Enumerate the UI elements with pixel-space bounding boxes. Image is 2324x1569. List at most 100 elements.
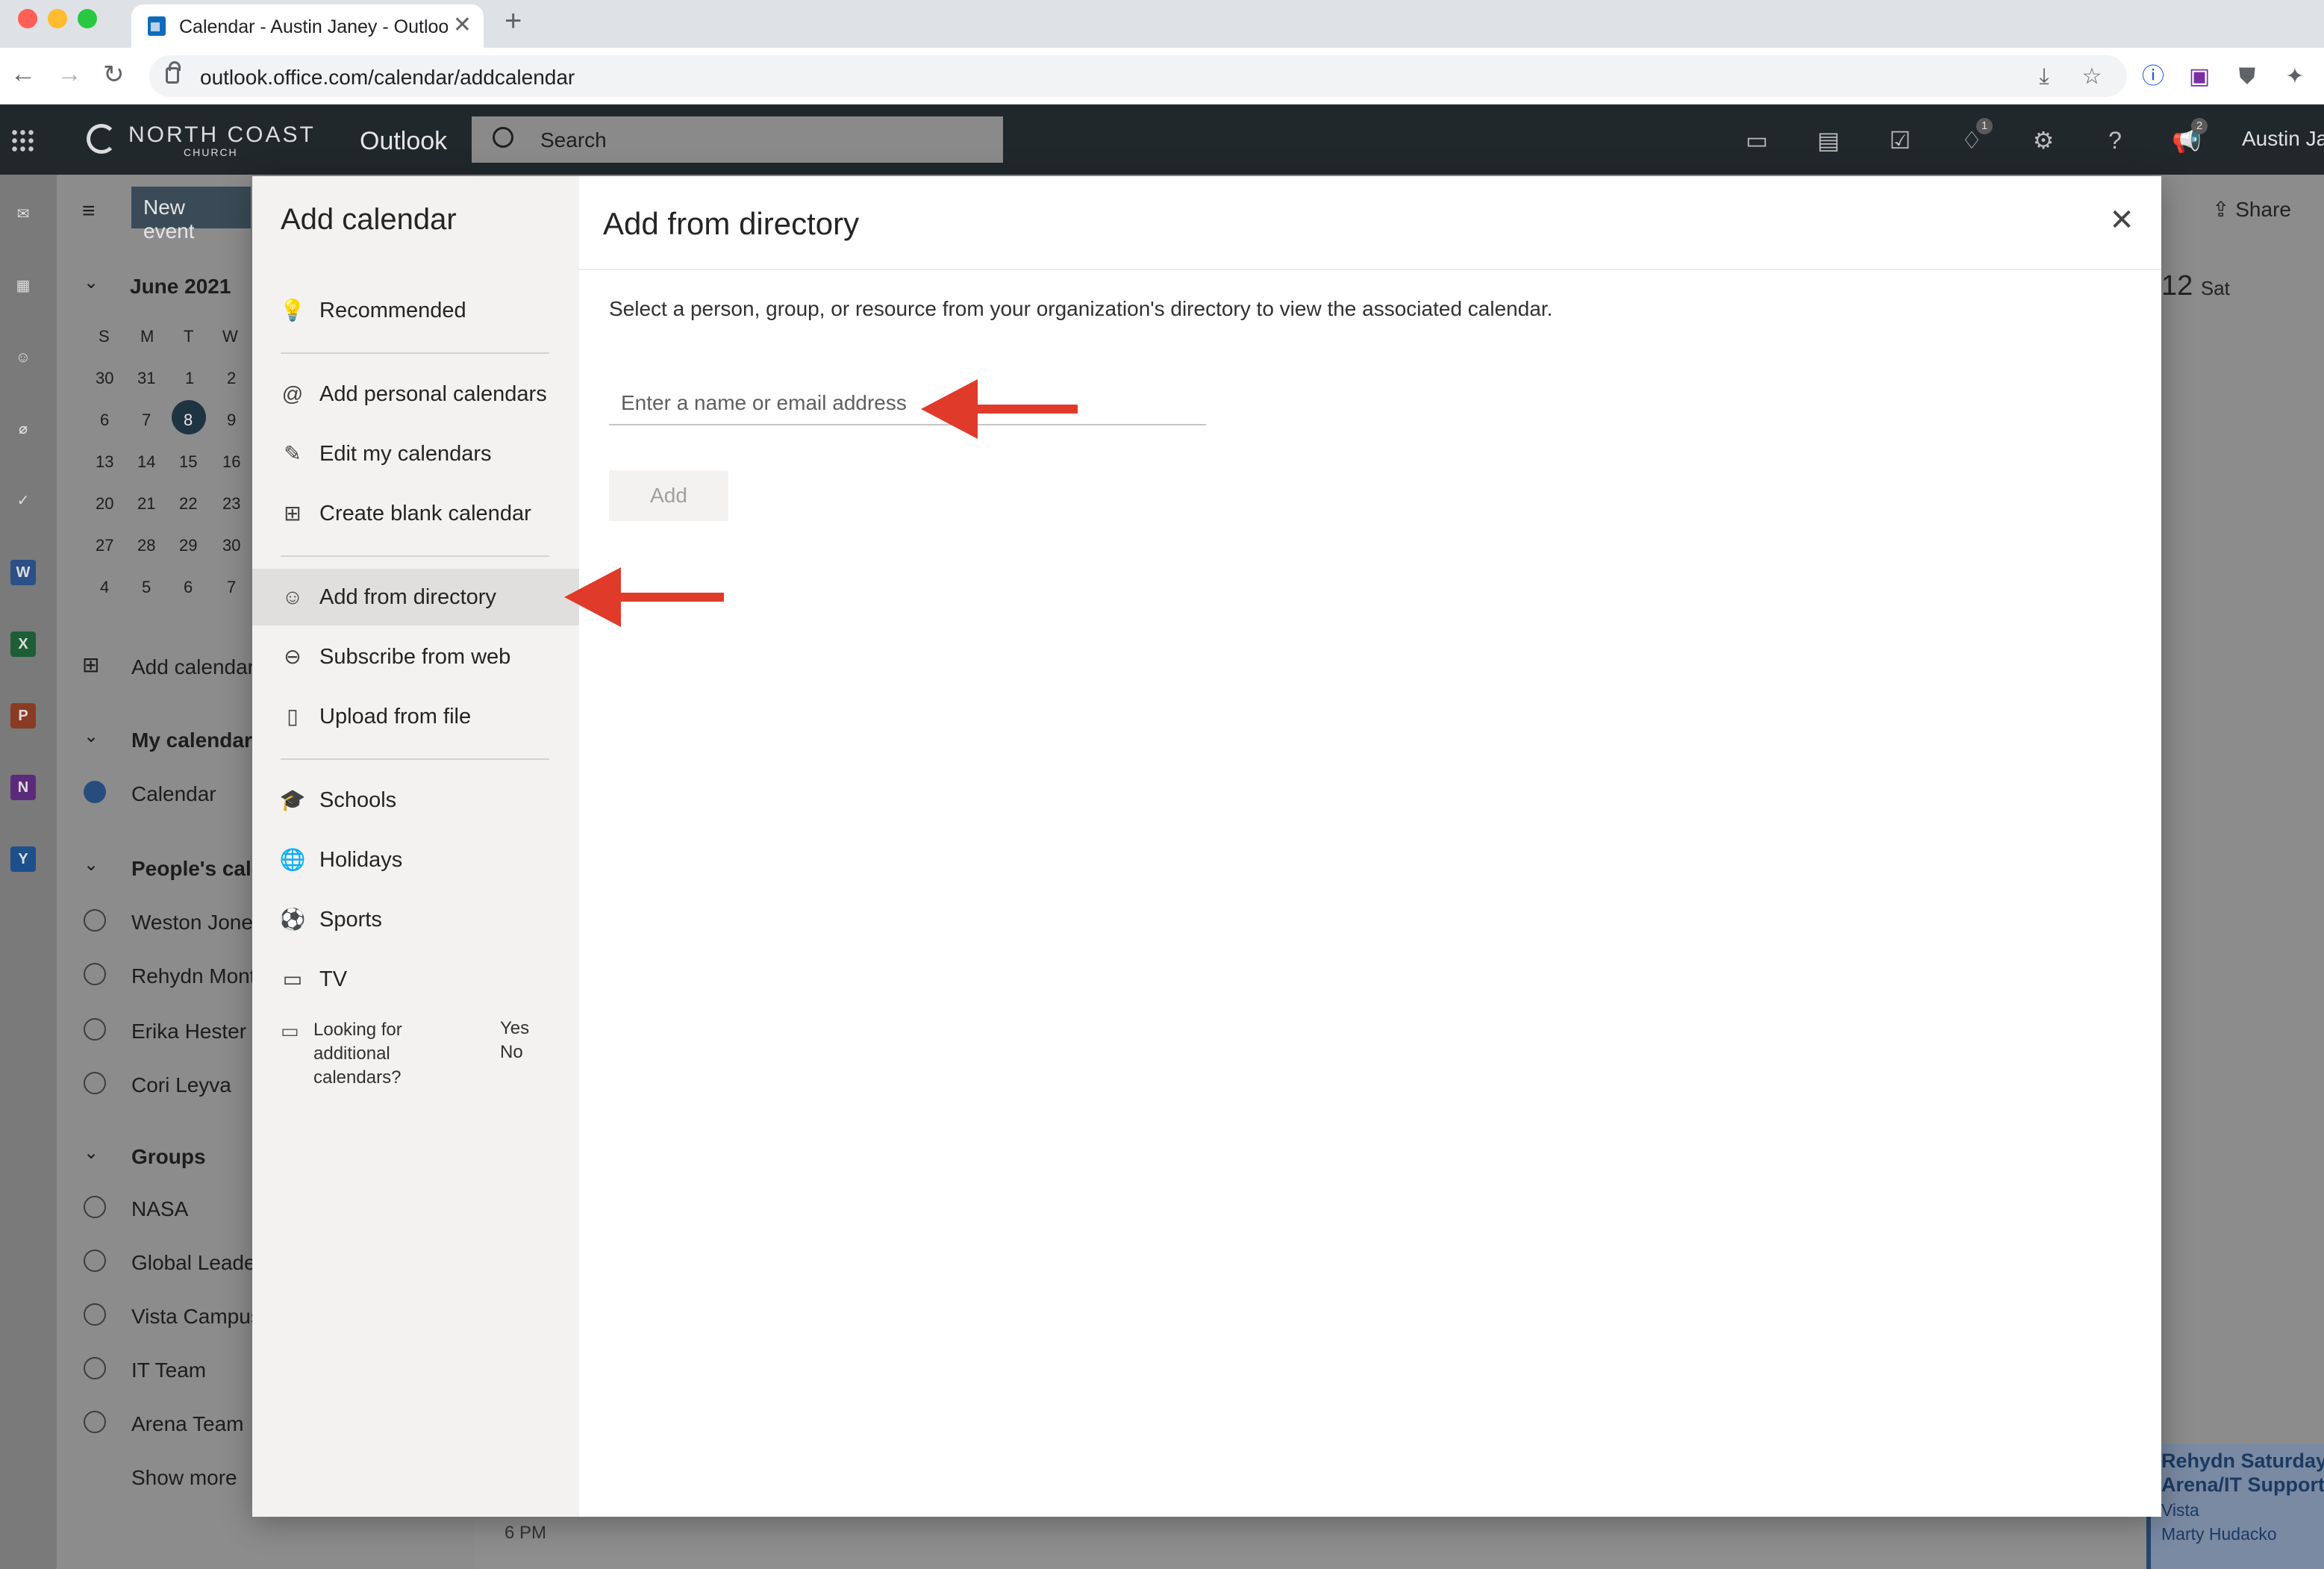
calendar-name[interactable]: Calendar: [131, 782, 216, 806]
person-calendar-name[interactable]: Weston Jones: [131, 911, 263, 935]
password-manager-extension-icon[interactable]: ⓘ: [2140, 64, 2166, 90]
my-day-icon[interactable]: ☑: [1885, 125, 1915, 155]
nav-item-upload-from-file[interactable]: ▯ Upload from file: [252, 688, 579, 745]
forward-arrow-icon[interactable]: →: [57, 60, 82, 89]
app-name[interactable]: Outlook: [360, 127, 447, 156]
meet-now-icon[interactable]: ▭: [1742, 125, 1772, 155]
app-launcher-icon[interactable]: [10, 128, 34, 152]
groups-heading[interactable]: Groups: [131, 1145, 206, 1169]
mini-cal-day[interactable]: 7: [142, 411, 151, 430]
tab-close-icon[interactable]: ✕: [453, 12, 472, 38]
excel-icon[interactable]: X: [10, 631, 36, 657]
chevron-down-icon[interactable]: ⌄: [84, 272, 99, 293]
mini-cal-day[interactable]: 29: [179, 536, 197, 555]
person-calendar-name[interactable]: Cori Leyva: [131, 1073, 231, 1097]
nav-item-create-blank-calendar[interactable]: ⊞ Create blank calendar: [252, 485, 579, 542]
new-event-button[interactable]: New event: [131, 187, 251, 243]
mini-cal-day[interactable]: 15: [179, 452, 197, 472]
mini-cal-day[interactable]: 6: [184, 578, 193, 597]
window-minimize-dot[interactable]: [48, 9, 67, 28]
nav-item-schools[interactable]: 🎓 Schools: [252, 772, 579, 829]
mini-cal-day[interactable]: 14: [137, 452, 155, 472]
browser-tab[interactable]: Calendar - Austin Janey - Outlook ✕: [131, 4, 484, 48]
mini-cal-day[interactable]: 31: [137, 369, 155, 388]
people-icon[interactable]: ☺: [10, 345, 36, 370]
directory-search-input[interactable]: [609, 382, 1206, 425]
address-bar[interactable]: outlook.office.com/calendar/addcalendar: [149, 55, 2127, 97]
todo-check-icon[interactable]: ✓: [10, 488, 36, 514]
calendar-checkbox[interactable]: [84, 1196, 106, 1218]
calendar-checkbox[interactable]: [84, 1018, 106, 1041]
mini-cal-day[interactable]: 13: [96, 452, 113, 472]
mini-cal-day[interactable]: 2: [227, 369, 236, 388]
mini-cal-day[interactable]: 4: [100, 578, 109, 597]
onenote-extension-icon[interactable]: ▣: [2187, 64, 2212, 90]
calendar-checkbox[interactable]: [84, 963, 106, 985]
yammer-icon[interactable]: Y: [10, 846, 36, 872]
mini-cal-day[interactable]: 1: [185, 369, 194, 388]
nav-item-sports[interactable]: ⚽ Sports: [252, 891, 579, 948]
nav-item-tv[interactable]: ▭ TV: [252, 951, 579, 1008]
word-icon[interactable]: W: [10, 560, 36, 585]
nav-item-add-personal-calendars[interactable]: @ Add personal calendars: [252, 366, 579, 422]
close-icon[interactable]: ✕: [2103, 202, 2140, 239]
calendar-checkbox[interactable]: [84, 1250, 106, 1272]
mail-icon[interactable]: ✉: [10, 202, 36, 227]
mini-cal-day[interactable]: 6: [100, 411, 109, 430]
onenote-icon[interactable]: N: [10, 775, 36, 800]
group-calendar-name[interactable]: IT Team: [131, 1359, 206, 1382]
teams-icon[interactable]: ▤: [1814, 125, 1843, 155]
add-button[interactable]: Add: [609, 470, 728, 521]
feedback-no-link[interactable]: No: [500, 1042, 523, 1063]
help-icon[interactable]: ?: [2100, 125, 2130, 155]
powerpoint-icon[interactable]: P: [10, 703, 36, 729]
mini-cal-day[interactable]: 22: [179, 494, 197, 514]
nav-item-edit-my-calendars[interactable]: ✎ Edit my calendars: [252, 425, 579, 482]
chevron-down-icon[interactable]: ⌄: [84, 854, 99, 876]
mini-cal-day[interactable]: 5: [142, 578, 151, 597]
bookmark-star-icon[interactable]: ☆: [2079, 64, 2105, 90]
share-button[interactable]: ⇪ Share: [2212, 197, 2291, 222]
nav-item-holidays[interactable]: 🌐 Holidays: [252, 832, 579, 888]
mini-cal-day[interactable]: 30: [96, 369, 113, 388]
user-account-name[interactable]: Austin Janey: [2242, 127, 2324, 151]
mini-cal-day[interactable]: 27: [96, 536, 113, 555]
mini-cal-day[interactable]: 9: [227, 411, 236, 430]
group-calendar-name[interactable]: NASA: [131, 1197, 188, 1221]
mini-cal-day[interactable]: 30: [222, 536, 240, 555]
chevron-down-icon[interactable]: ⌄: [84, 726, 99, 747]
reload-icon[interactable]: ↻: [103, 60, 125, 90]
mini-cal-day[interactable]: 28: [137, 536, 155, 555]
calendar-checkbox[interactable]: [84, 909, 106, 932]
mini-cal-day[interactable]: 20: [96, 494, 113, 514]
my-calendars-heading[interactable]: My calendars: [131, 729, 263, 752]
chevron-down-icon[interactable]: ⌄: [84, 1142, 99, 1164]
show-more-link[interactable]: Show more: [131, 1466, 237, 1490]
calendar-checkbox[interactable]: [84, 1303, 106, 1326]
settings-gear-icon[interactable]: ⚙: [2028, 125, 2058, 155]
search-box[interactable]: Search: [472, 116, 1003, 163]
new-tab-icon[interactable]: +: [505, 4, 522, 38]
group-calendar-name[interactable]: Arena Team: [131, 1412, 243, 1436]
calendar-icon[interactable]: ▦: [10, 273, 36, 299]
nav-item-add-from-directory[interactable]: ☺ Add from directory: [252, 569, 579, 626]
event-card[interactable]: Rehydn Saturday Arena/IT Support Vista M…: [2146, 1444, 2324, 1569]
nav-item-recommended[interactable]: 💡 Recommended: [252, 282, 579, 339]
mini-cal-day[interactable]: 21: [137, 494, 155, 514]
calendar-checkbox[interactable]: [84, 781, 106, 803]
extensions-puzzle-icon[interactable]: ✦: [2282, 64, 2308, 90]
mini-cal-day[interactable]: 16: [222, 452, 240, 472]
person-calendar-name[interactable]: Erika Hester: [131, 1020, 246, 1044]
nav-item-subscribe-from-web[interactable]: ⊖ Subscribe from web: [252, 628, 579, 685]
month-label[interactable]: June 2021: [130, 275, 231, 299]
calendar-checkbox[interactable]: [84, 1357, 106, 1379]
install-app-icon[interactable]: ⤓: [2031, 64, 2057, 90]
hamburger-menu-icon[interactable]: ≡: [82, 199, 96, 224]
add-calendar-link[interactable]: Add calendar: [131, 655, 254, 679]
feedback-yes-link[interactable]: Yes: [500, 1018, 529, 1039]
window-zoom-dot[interactable]: [78, 9, 97, 28]
mini-cal-day[interactable]: 23: [222, 494, 240, 514]
window-close-dot[interactable]: [18, 9, 37, 28]
shield-extension-icon[interactable]: ⛊: [2234, 64, 2260, 90]
calendar-checkbox[interactable]: [84, 1411, 106, 1433]
